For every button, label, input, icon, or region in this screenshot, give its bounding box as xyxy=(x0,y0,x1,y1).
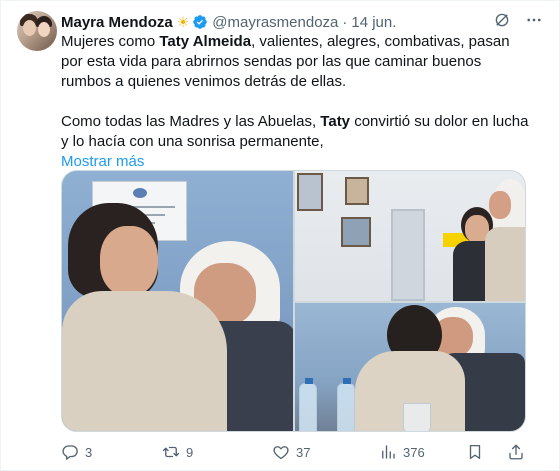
tweet-card[interactable]: Mayra Mendoza ☀ @mayrasmendoza · 14 jun.… xyxy=(0,0,560,471)
tweet-text: Mujeres como Taty Almeida, valientes, al… xyxy=(61,32,531,172)
repost-count: 9 xyxy=(186,444,194,460)
like-count: 37 xyxy=(296,444,311,460)
verified-badge-icon[interactable] xyxy=(192,14,208,30)
repost-button[interactable]: 9 xyxy=(162,443,193,461)
share-icon xyxy=(509,444,523,460)
photo-2[interactable] xyxy=(295,171,525,301)
author-name[interactable]: Mayra Mendoza xyxy=(61,14,173,31)
views-icon xyxy=(382,445,395,459)
bookmark-button[interactable] xyxy=(466,443,484,461)
reply-count: 3 xyxy=(85,444,93,460)
bookmark-icon xyxy=(469,444,481,460)
avatar[interactable] xyxy=(17,11,57,51)
share-button[interactable] xyxy=(507,443,525,461)
reply-button[interactable]: 3 xyxy=(61,443,92,461)
views-count: 376 xyxy=(403,444,425,460)
heart-icon xyxy=(273,446,289,460)
reply-icon xyxy=(62,445,78,460)
media-grid xyxy=(61,170,526,432)
show-more-link[interactable]: Mostrar más xyxy=(61,153,144,170)
action-bar: 3 9 37 376 xyxy=(61,443,526,463)
paragraph-1: Mujeres como Taty Almeida, valientes, al… xyxy=(61,33,510,90)
grok-icon[interactable] xyxy=(493,11,511,29)
repost-icon xyxy=(162,446,180,458)
author-handle[interactable]: @mayrasmendoza xyxy=(212,14,338,31)
separator-dot: · xyxy=(342,13,348,31)
more-icon[interactable] xyxy=(525,11,543,29)
bold-name-taty: Taty xyxy=(320,113,351,130)
photo-1[interactable] xyxy=(62,171,293,431)
top-actions xyxy=(493,11,543,29)
photo-3[interactable] xyxy=(295,303,525,431)
like-button[interactable]: 37 xyxy=(272,443,310,461)
sun-emoji: ☀ xyxy=(176,14,190,30)
views-button[interactable]: 376 xyxy=(379,443,425,461)
paragraph-2: Como todas las Madres y las Abuelas, Tat… xyxy=(61,113,529,150)
tweet-header: Mayra Mendoza ☀ @mayrasmendoza · 14 jun. xyxy=(61,13,396,31)
bold-name-taty-almeida: Taty Almeida xyxy=(159,33,252,50)
tweet-date[interactable]: 14 jun. xyxy=(351,14,396,31)
